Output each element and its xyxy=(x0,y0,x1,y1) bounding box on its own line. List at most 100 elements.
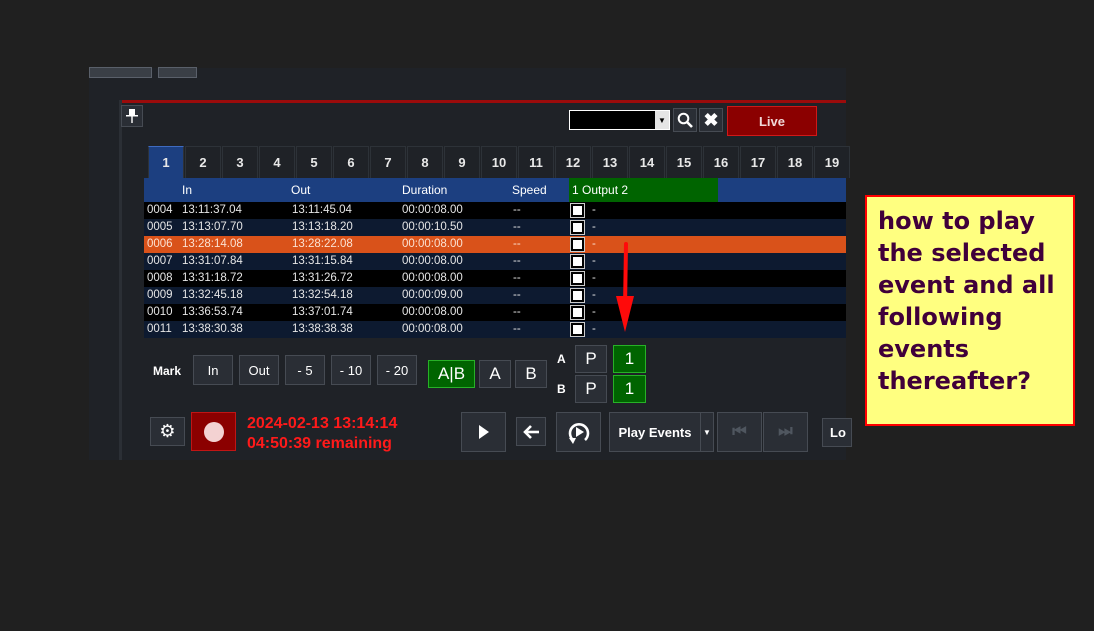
gear-icon: ⚙ xyxy=(159,421,176,441)
output-checkbox[interactable] xyxy=(570,254,585,269)
cell-id: 0010 xyxy=(147,306,173,318)
cell-speed: -- xyxy=(513,255,521,267)
tab-14[interactable]: 14 xyxy=(629,146,665,178)
previous-event-button[interactable]: ⏮ xyxy=(717,412,762,452)
tab-4[interactable]: 4 xyxy=(259,146,295,178)
tab-17[interactable]: 17 xyxy=(740,146,776,178)
tab-9[interactable]: 9 xyxy=(444,146,480,178)
channel-a-number-button[interactable]: 1 xyxy=(613,345,646,373)
output-checkbox[interactable] xyxy=(570,305,585,320)
channel-b-p-button[interactable]: P xyxy=(575,375,607,403)
cell-output: - xyxy=(592,323,596,335)
cell-duration: 00:00:08.00 xyxy=(402,238,463,250)
play-events-dropdown[interactable]: ▼ xyxy=(700,412,714,452)
column-duration[interactable]: Duration xyxy=(402,183,447,197)
channel-b-number-button[interactable]: 1 xyxy=(613,375,646,403)
tab-7[interactable]: 7 xyxy=(370,146,406,178)
cell-in: 13:28:14.08 xyxy=(182,238,243,250)
minus-20-button[interactable]: - 20 xyxy=(377,355,417,385)
minus-10-button[interactable]: - 10 xyxy=(331,355,371,385)
table-row[interactable]: 0005 13:13:07.70 13:13:18.20 00:00:10.50 -- - xyxy=(144,219,846,236)
minus-5-button[interactable]: - 5 xyxy=(285,355,325,385)
output-checkbox[interactable] xyxy=(570,322,585,337)
column-in[interactable]: In xyxy=(182,183,192,197)
cell-speed: -- xyxy=(513,221,521,233)
table-row[interactable]: 0011 13:38:30.38 13:38:38.38 00:00:08.00 -- - xyxy=(144,321,846,338)
chevron-down-icon: ▼ xyxy=(703,427,711,437)
loop-playback-button[interactable] xyxy=(556,412,601,452)
pin-button[interactable] xyxy=(121,105,143,127)
cell-id: 0009 xyxy=(147,289,173,301)
channel-a-p-button[interactable]: P xyxy=(575,345,607,373)
tab-15[interactable]: 15 xyxy=(666,146,702,178)
table-row[interactable]: 0004 13:11:37.04 13:11:45.04 00:00:08.00 -- - xyxy=(144,202,846,219)
tab-6[interactable]: 6 xyxy=(333,146,369,178)
play-button[interactable] xyxy=(461,412,506,452)
arrow-left-icon xyxy=(523,424,539,439)
output-checkbox[interactable] xyxy=(570,271,585,286)
tab-1[interactable]: 1 xyxy=(148,146,184,178)
top-toolbar-button[interactable] xyxy=(89,67,152,78)
ab-mode-button[interactable]: A|B xyxy=(428,360,475,388)
column-out[interactable]: Out xyxy=(291,183,310,197)
mark-out-button[interactable]: Out xyxy=(239,355,279,385)
cell-in: 13:31:07.84 xyxy=(182,255,243,267)
play-events-button[interactable]: Play Events xyxy=(609,412,701,452)
tab-10[interactable]: 10 xyxy=(481,146,517,178)
table-row[interactable]: 0009 13:32:45.18 13:32:54.18 00:00:09.00 -- - xyxy=(144,287,846,304)
back-button[interactable] xyxy=(516,417,546,446)
skip-back-icon: ⏮ xyxy=(732,423,747,440)
recording-remaining: 04:50:39 remaining xyxy=(247,435,392,452)
chevron-down-icon[interactable]: ▼ xyxy=(655,111,669,129)
tab-8[interactable]: 8 xyxy=(407,146,443,178)
tab-13[interactable]: 13 xyxy=(592,146,628,178)
settings-button[interactable]: ⚙ xyxy=(150,417,185,446)
output-checkbox[interactable] xyxy=(570,203,585,218)
top-toolbar-button-small[interactable] xyxy=(158,67,197,78)
tab-12[interactable]: 12 xyxy=(555,146,591,178)
cell-output: - xyxy=(592,272,596,284)
cell-in: 13:31:18.72 xyxy=(182,272,243,284)
tab-16[interactable]: 16 xyxy=(703,146,739,178)
search-button[interactable] xyxy=(673,108,697,132)
event-list: 0004 13:11:37.04 13:11:45.04 00:00:08.00 -- -… xyxy=(144,202,846,338)
table-row[interactable]: 0008 13:31:18.72 13:31:26.72 00:00:08.00 -- - xyxy=(144,270,846,287)
b-mode-button[interactable]: B xyxy=(515,360,547,388)
cell-id: 0011 xyxy=(147,323,172,335)
cell-duration: 00:00:08.00 xyxy=(402,204,463,216)
channel-a-label: A xyxy=(557,352,566,366)
replay-loop-icon xyxy=(568,423,589,444)
annotation-arrow xyxy=(616,242,634,332)
tab-19[interactable]: 19 xyxy=(814,146,850,178)
cell-in: 13:11:37.04 xyxy=(182,204,242,216)
column-output[interactable]: 1 Output 2 xyxy=(572,183,628,197)
tab-18[interactable]: 18 xyxy=(777,146,813,178)
annotation-arrow-head xyxy=(616,296,634,332)
pin-icon xyxy=(126,109,138,123)
lock-button[interactable]: Lo xyxy=(822,418,852,447)
a-mode-button[interactable]: A xyxy=(479,360,511,388)
mark-in-button[interactable]: In xyxy=(193,355,233,385)
cell-id: 0008 xyxy=(147,272,173,284)
tab-5[interactable]: 5 xyxy=(296,146,332,178)
channel-b-label: B xyxy=(557,382,566,396)
next-event-button[interactable]: ⏭ xyxy=(763,412,808,452)
tab-3[interactable]: 3 xyxy=(222,146,258,178)
output-checkbox[interactable] xyxy=(570,237,585,252)
cell-output: - xyxy=(592,238,596,250)
table-row[interactable]: 0007 13:31:07.84 13:31:15.84 00:00:08.00 -- - xyxy=(144,253,846,270)
table-row-selected[interactable]: 0006 13:28:14.08 13:28:22.08 00:00:08.00 -- - xyxy=(144,236,846,253)
tab-11[interactable]: 11 xyxy=(518,146,554,178)
live-button[interactable]: Live xyxy=(727,106,817,136)
record-button[interactable] xyxy=(191,412,236,451)
output-checkbox[interactable] xyxy=(570,288,585,303)
output-checkbox[interactable] xyxy=(570,220,585,235)
cell-speed: -- xyxy=(513,238,521,250)
column-speed[interactable]: Speed xyxy=(512,183,547,197)
close-icon: ✖ xyxy=(703,109,719,130)
search-combobox[interactable]: ▼ xyxy=(569,110,670,130)
cell-id: 0006 xyxy=(147,238,173,250)
tab-2[interactable]: 2 xyxy=(185,146,221,178)
clear-button[interactable]: ✖ xyxy=(699,108,723,132)
table-row[interactable]: 0010 13:36:53.74 13:37:01.74 00:00:08.00 -- - xyxy=(144,304,846,321)
